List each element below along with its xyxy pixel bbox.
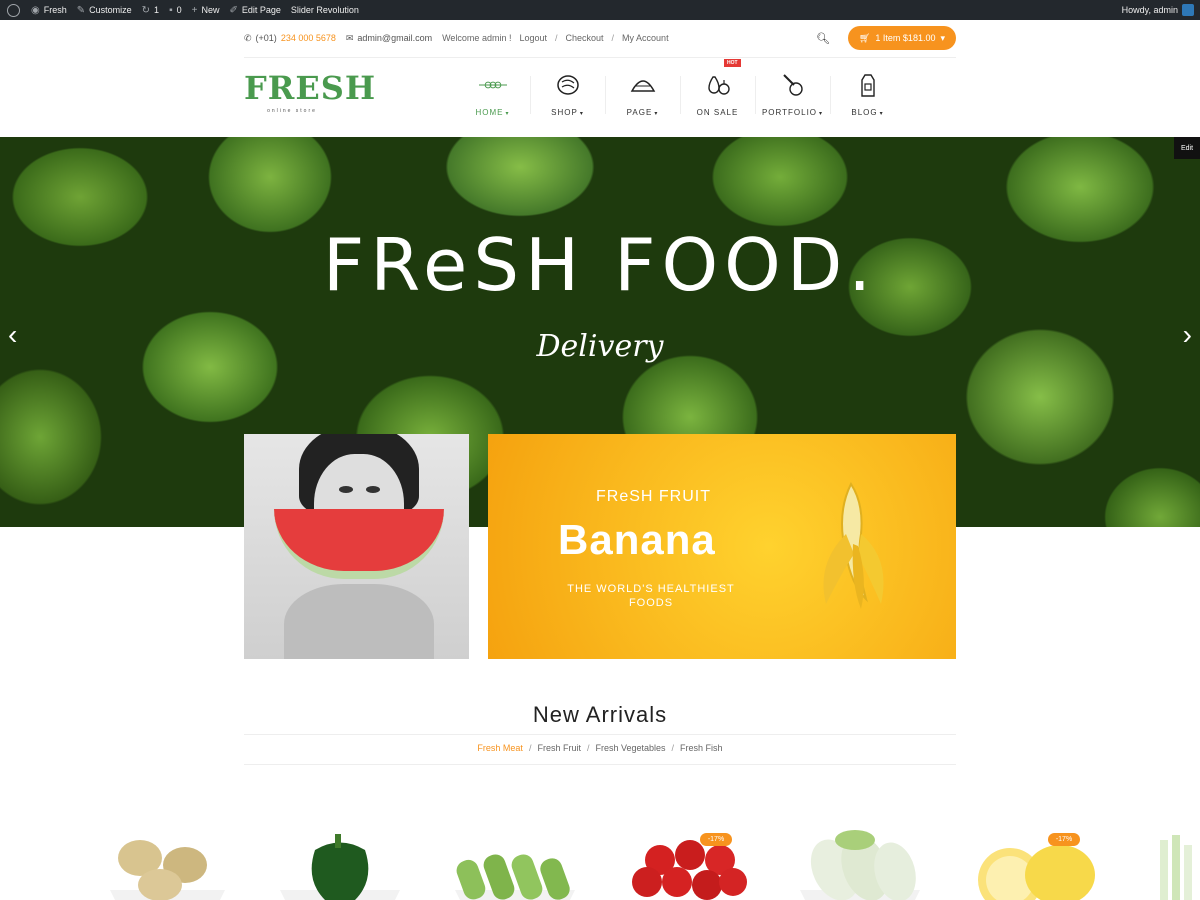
avatar bbox=[1182, 4, 1194, 16]
plus-icon: + bbox=[191, 4, 198, 16]
main-nav: HOME ▾ SHOP ▾ PAGE ▾ HOT ON SALE PORTFOLIO ▾… bbox=[455, 59, 905, 132]
banner-tagline: THE WORLD'S HEALTHIEST FOODS bbox=[567, 583, 735, 609]
phone-info: ✆ (+01) 234 000 5678 bbox=[244, 32, 336, 44]
envelope-icon: ✉ bbox=[345, 32, 354, 43]
skewer-icon bbox=[478, 72, 507, 98]
banana-icon bbox=[823, 481, 884, 609]
admin-comments-link[interactable]: ▪ 0 bbox=[164, 0, 187, 20]
my-account-link[interactable]: My Account bbox=[622, 33, 669, 43]
hot-badge: HOT bbox=[724, 59, 741, 67]
banner-title: Banana bbox=[558, 516, 716, 563]
nav-item-page[interactable]: PAGE ▾ bbox=[605, 62, 680, 122]
pencil-icon: ✐ bbox=[229, 4, 238, 16]
taco-icon bbox=[629, 72, 657, 98]
admin-new-link[interactable]: + New bbox=[187, 0, 225, 20]
cart-button[interactable]: 🛒︎ 1 Item $181.00 ▾ bbox=[848, 26, 956, 50]
banner-eyebrow: FReSH FRUIT bbox=[596, 488, 711, 505]
slide-subtitle: Delivery bbox=[536, 329, 664, 364]
sale-badge: -17% bbox=[700, 833, 732, 846]
tab-fresh-fish[interactable]: Fresh Fish bbox=[680, 743, 723, 753]
divider bbox=[244, 57, 956, 58]
banana-promo-banner[interactable]: FReSH FRUIT Banana THE WORLD'S HEALTHIES… bbox=[488, 434, 956, 659]
milk-carton-icon bbox=[854, 72, 882, 98]
tab-fresh-fruit[interactable]: Fresh Fruit bbox=[537, 743, 581, 753]
product-pepper-image[interactable] bbox=[275, 820, 405, 900]
dashboard-icon: ◉ bbox=[31, 4, 40, 16]
slider-edit-button[interactable]: Edit bbox=[1174, 137, 1200, 159]
whisk-icon bbox=[779, 72, 807, 98]
admin-edit-page-link[interactable]: ✐ Edit Page bbox=[224, 0, 285, 20]
admin-bar: ◉ Fresh ✎ Customize ↻ 1 ▪ 0 + New ✐ Edit Page … bbox=[0, 0, 1200, 20]
meat-icon bbox=[554, 72, 582, 98]
comment-icon: ▪ bbox=[169, 4, 173, 16]
phone-icon: ✆ bbox=[244, 32, 252, 43]
section-title: New Arrivals bbox=[532, 702, 668, 727]
admin-account-menu[interactable]: Howdy, admin bbox=[1117, 0, 1200, 20]
chevron-down-icon: ▾ bbox=[940, 32, 945, 43]
brush-icon: ✎ bbox=[76, 4, 86, 16]
sale-badge: -17% bbox=[1048, 833, 1080, 846]
nav-item-on-sale[interactable]: HOT ON SALE bbox=[680, 59, 755, 122]
slider-prev-arrow-icon[interactable]: ‹ bbox=[8, 319, 17, 351]
wordpress-logo-icon[interactable] bbox=[0, 0, 26, 20]
site-logo[interactable]: FRESH online store bbox=[244, 70, 375, 124]
slide-title: FReSH FOOD. bbox=[322, 223, 878, 307]
email-info: ✉ admin@gmail.com bbox=[345, 32, 433, 44]
watermelon-slice bbox=[274, 509, 444, 579]
admin-updates-link[interactable]: ↻ 1 bbox=[137, 0, 164, 20]
admin-slider-link[interactable]: Slider Revolution bbox=[286, 0, 364, 20]
product-cucumber-image[interactable] bbox=[450, 820, 580, 900]
logout-link[interactable]: Logout bbox=[519, 33, 547, 43]
cart-icon: 🛒︎ bbox=[858, 32, 871, 43]
separator: / bbox=[554, 33, 558, 43]
search-icon[interactable]: 🔍︎ bbox=[816, 32, 830, 45]
tab-fresh-vegetables[interactable]: Fresh Vegetables bbox=[595, 743, 665, 753]
nav-item-blog[interactable]: BLOG ▾ bbox=[830, 62, 905, 122]
divider bbox=[244, 764, 956, 765]
divider bbox=[244, 734, 956, 735]
updates-icon: ↻ bbox=[141, 4, 151, 16]
product-potato-image[interactable] bbox=[105, 820, 235, 900]
admin-customize-link[interactable]: ✎ Customize bbox=[72, 0, 137, 20]
pear-icon bbox=[704, 72, 732, 98]
product-cabbage-image[interactable] bbox=[795, 820, 925, 900]
product-apple-image[interactable] bbox=[625, 820, 755, 900]
slider-next-arrow-icon[interactable]: › bbox=[1183, 319, 1192, 351]
nav-item-portfolio[interactable]: PORTFOLIO ▾ bbox=[755, 62, 830, 122]
welcome-text: Welcome admin ! bbox=[442, 33, 512, 43]
product-leek-image[interactable] bbox=[1150, 820, 1200, 900]
admin-site-link[interactable]: ◉ Fresh bbox=[26, 0, 72, 20]
watermelon-banner-image[interactable] bbox=[244, 434, 469, 659]
category-tabs: Fresh Meat / Fresh Fruit / Fresh Vegetab… bbox=[477, 743, 723, 753]
phone-number: 234 000 5678 bbox=[280, 33, 336, 43]
nav-item-shop[interactable]: SHOP ▾ bbox=[530, 62, 605, 122]
product-lemon-image[interactable] bbox=[970, 820, 1100, 900]
nav-item-home[interactable]: HOME ▾ bbox=[455, 62, 530, 122]
top-bar: ✆ (+01) 234 000 5678 ✉ admin@gmail.com W… bbox=[244, 26, 956, 50]
checkout-link[interactable]: Checkout bbox=[566, 33, 604, 43]
separator: / bbox=[611, 33, 615, 43]
tab-fresh-meat[interactable]: Fresh Meat bbox=[477, 743, 523, 753]
